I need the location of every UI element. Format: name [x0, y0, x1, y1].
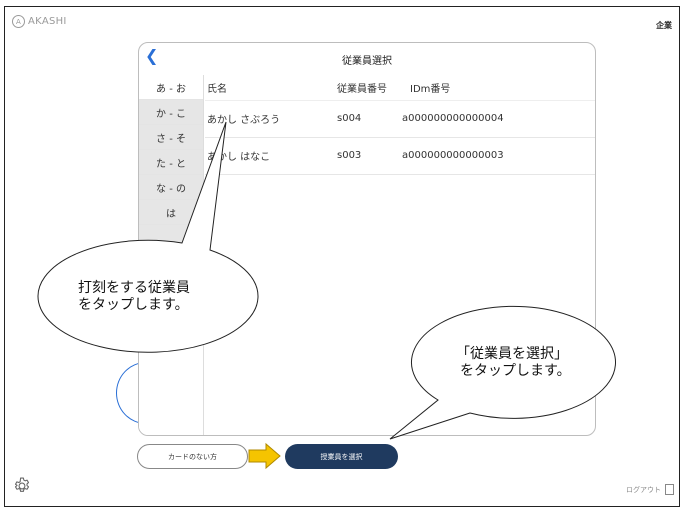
- kana-tab-ta[interactable]: た - と: [139, 150, 203, 175]
- row-name: あかし さぶろう: [207, 115, 281, 126]
- callout-2-line-1: 「従業員を選択」: [456, 346, 568, 362]
- row-employee-no: s004: [337, 113, 362, 124]
- gear-icon[interactable]: [12, 476, 32, 496]
- kana-tab-na[interactable]: な - の: [139, 175, 203, 200]
- kana-tab-a[interactable]: あ - お: [139, 75, 203, 100]
- panel-title: 従業員選択: [342, 56, 392, 67]
- table-header: 氏名 従業員番号 IDm番号: [205, 75, 595, 101]
- kana-tab-sa[interactable]: さ - そ: [139, 125, 203, 150]
- callout-1-line-2: をタップします。: [78, 297, 189, 313]
- column-employee-no: 従業員番号: [337, 84, 387, 95]
- company-label: 企業: [656, 21, 672, 30]
- callout-2-line-2: をタップします。: [460, 363, 571, 379]
- callout-1-line-1: 打刻をする従業員: [78, 280, 190, 296]
- row-name: あかし はなこ: [207, 152, 271, 163]
- no-card-button[interactable]: カードのない方: [137, 444, 248, 469]
- callout-1-text: 打刻をする従業員 をタップします。: [78, 280, 190, 314]
- select-employee-button[interactable]: 授業員を選択: [285, 444, 398, 469]
- row-idm: a000000000000004: [402, 113, 504, 124]
- column-name: 氏名: [207, 84, 227, 95]
- table-row[interactable]: あかし さぶろう s004 a000000000000004: [205, 100, 595, 138]
- row-employee-no: s003: [337, 150, 362, 161]
- column-idm: IDm番号: [410, 84, 451, 95]
- app-logo: A AKASHI: [12, 15, 67, 28]
- kana-tab-ka[interactable]: か - こ: [139, 100, 203, 125]
- logout-button[interactable]: ログアウト: [626, 484, 674, 495]
- kana-tab-ha[interactable]: は: [139, 200, 203, 225]
- kana-tab-ma[interactable]: [139, 225, 203, 250]
- table-row[interactable]: あかし はなこ s003 a000000000000003: [205, 137, 595, 175]
- callout-2-text: 「従業員を選択」 をタップします。: [456, 346, 571, 380]
- logo-text: AKASHI: [28, 16, 67, 27]
- logout-label: ログアウト: [626, 485, 661, 494]
- akashi-logo-icon: A: [12, 15, 25, 28]
- kana-tab-ya[interactable]: [139, 250, 203, 275]
- logout-icon: [665, 484, 674, 495]
- kana-index: あ - お か - こ さ - そ た - と な - の は: [139, 75, 204, 435]
- row-idm: a000000000000003: [402, 150, 504, 161]
